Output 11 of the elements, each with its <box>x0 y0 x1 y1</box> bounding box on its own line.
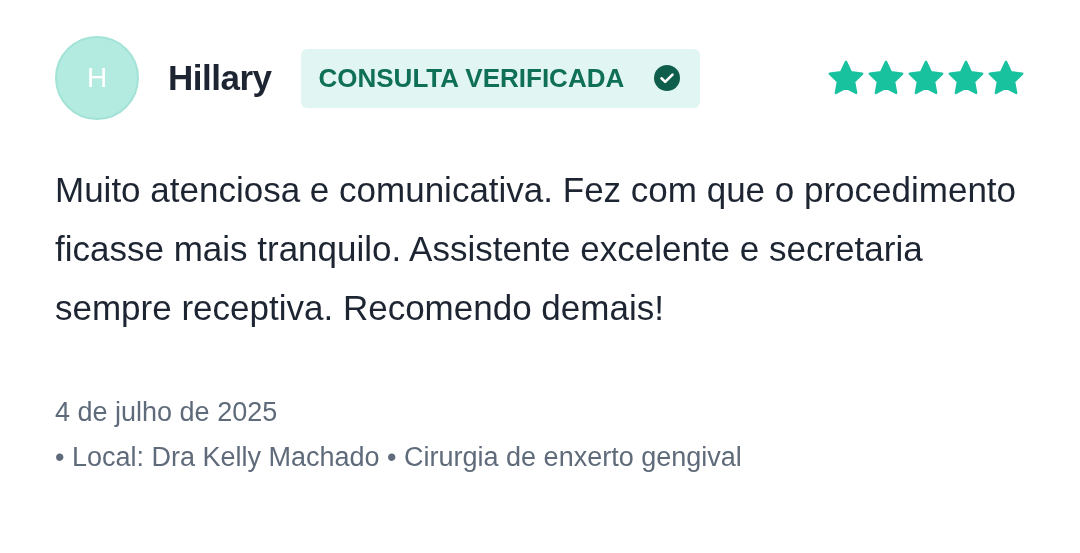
star-icon <box>907 60 945 96</box>
star-icon <box>827 60 865 96</box>
review-date: 4 de julho de 2025 <box>55 397 279 428</box>
avatar: H <box>55 36 139 120</box>
author-name: Hillary <box>168 58 272 98</box>
review-text: Muito atenciosa e comunicativa. Fez com que o procedimento ficasse mais tranquilo. Assistente excelente e secretaria sempre receptiva. Recomendo demais! <box>55 169 1018 329</box>
star-icon <box>867 60 905 96</box>
badge-label: CONSULTA VERIFICADA <box>318 62 625 94</box>
star-icon <box>987 60 1025 96</box>
star-icon <box>947 60 985 96</box>
review-details: • Local: Dra Kelly Machado • Cirurgia de enxerto gengival <box>55 442 743 473</box>
